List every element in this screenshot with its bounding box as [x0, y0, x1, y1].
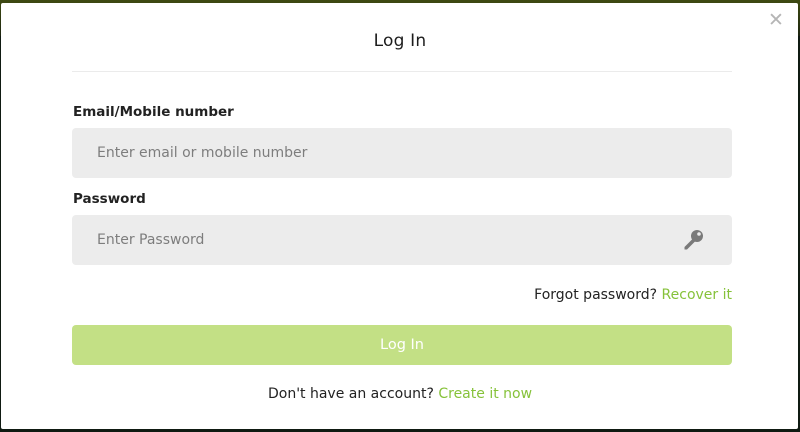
recover-link[interactable]: Recover it — [662, 287, 732, 303]
email-label: Email/Mobile number — [73, 104, 234, 120]
forgot-password-text: Forgot password? — [534, 287, 658, 303]
forgot-password-row: Forgot password? Recover it — [534, 287, 732, 303]
key-icon[interactable] — [682, 228, 706, 250]
title-divider — [72, 71, 732, 72]
close-icon[interactable]: ✕ — [768, 10, 784, 30]
create-account-link[interactable]: Create it now — [438, 386, 532, 402]
login-button[interactable]: Log In — [72, 325, 732, 365]
password-label: Password — [73, 191, 146, 207]
signup-row: Don't have an account? Create it now — [0, 386, 800, 402]
modal-title: Log In — [373, 31, 427, 51]
email-field[interactable] — [72, 128, 732, 178]
signup-text: Don't have an account? — [267, 386, 434, 402]
password-field[interactable] — [72, 215, 732, 265]
